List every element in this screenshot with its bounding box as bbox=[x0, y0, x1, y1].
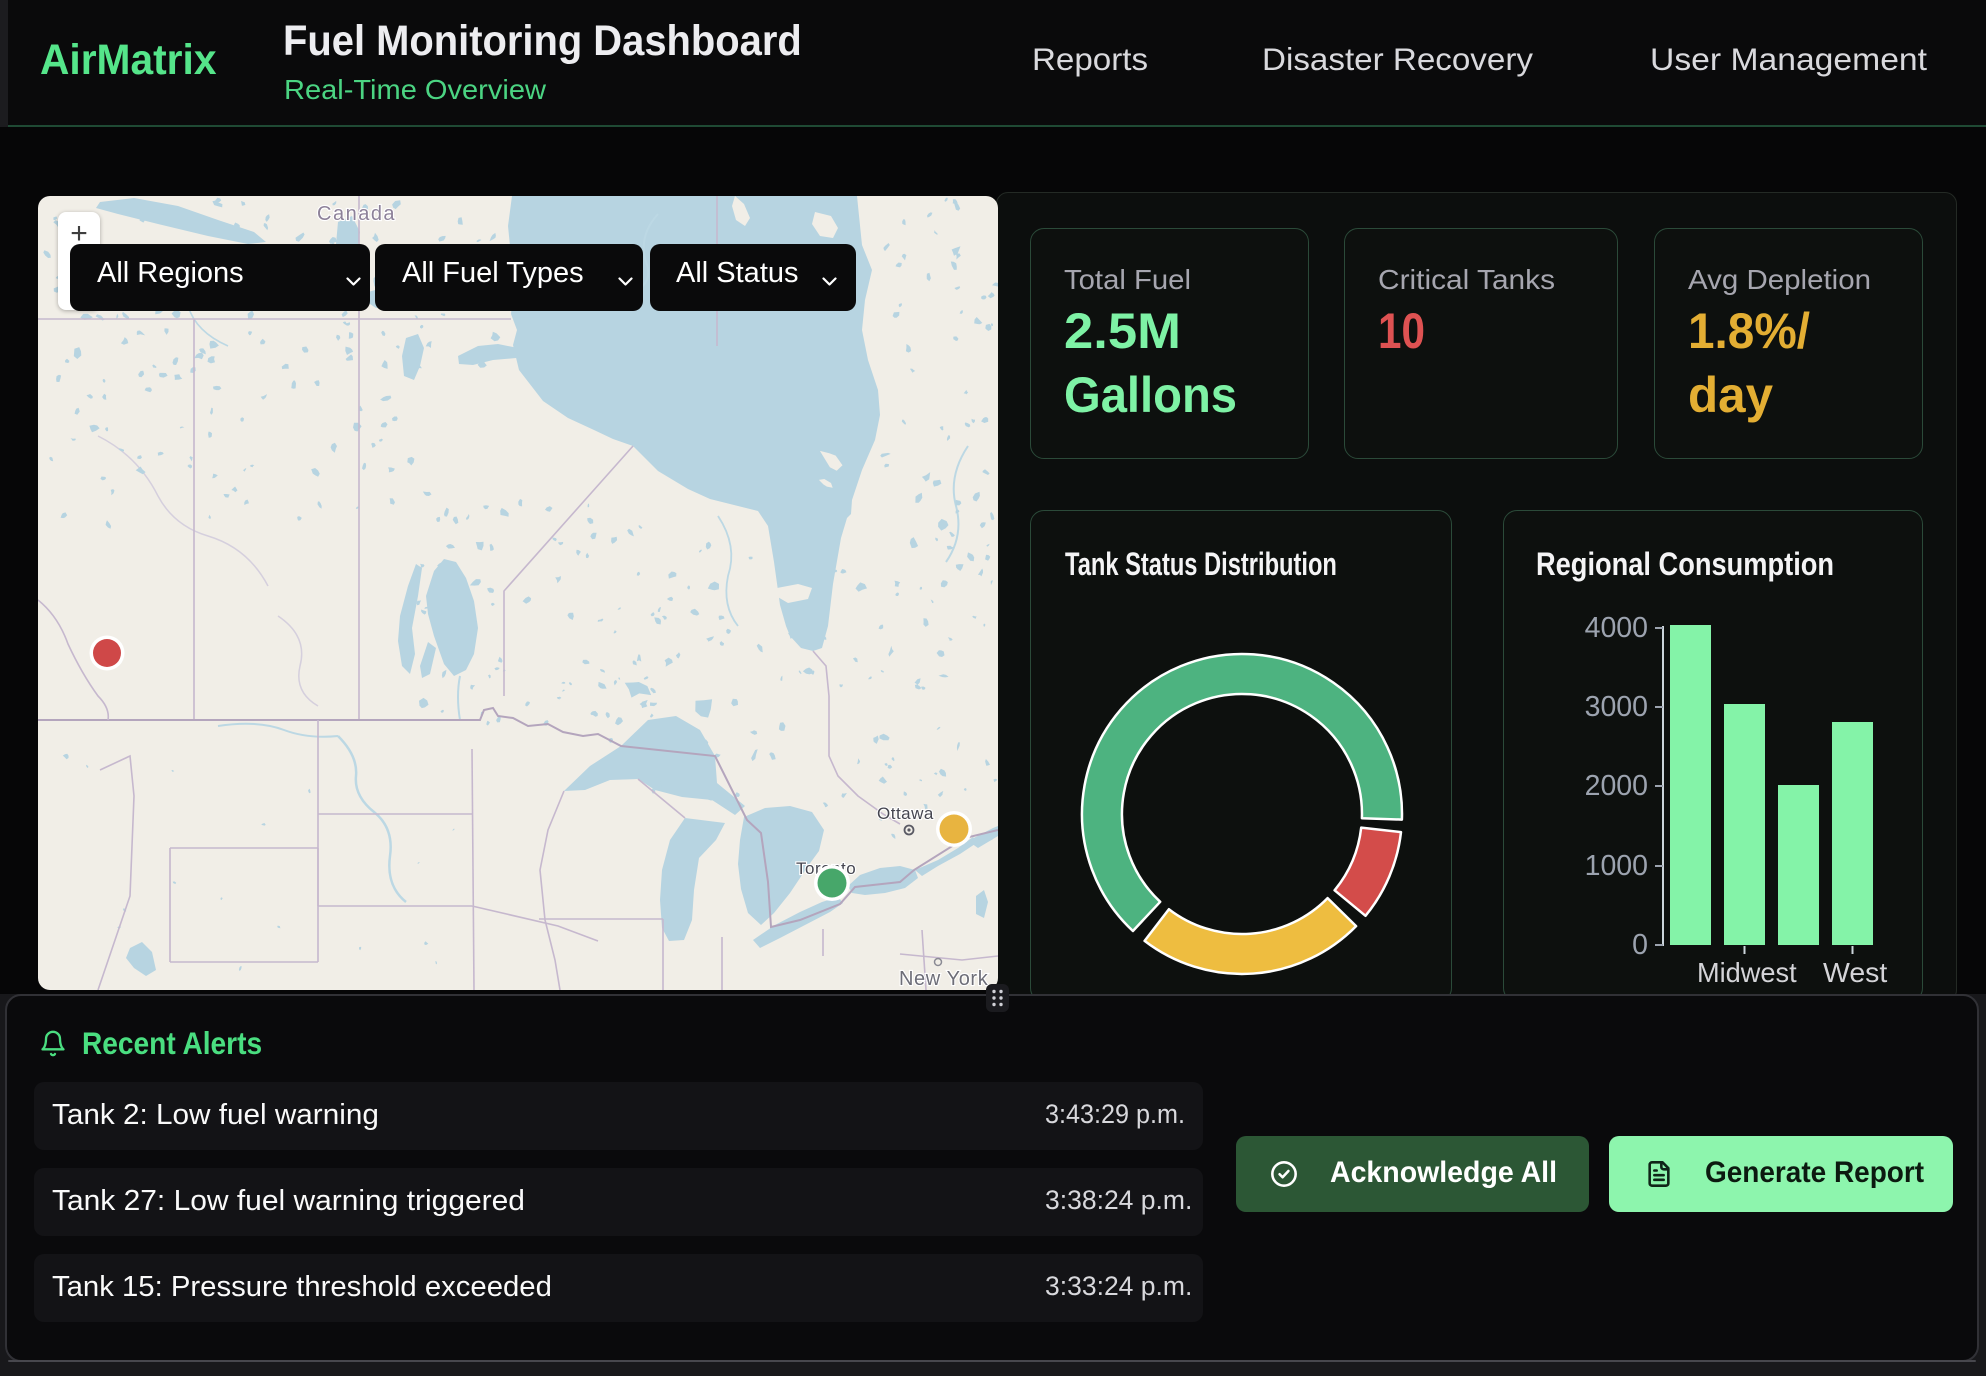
svg-text:4000: 4000 bbox=[1585, 612, 1648, 644]
svg-text:Ottawa: Ottawa bbox=[877, 804, 934, 823]
svg-text:3000: 3000 bbox=[1585, 691, 1648, 723]
svg-text:New York: New York bbox=[899, 968, 989, 990]
svg-text:Canada: Canada bbox=[317, 203, 396, 225]
svg-text:0: 0 bbox=[1632, 929, 1648, 961]
svg-text:1000: 1000 bbox=[1585, 850, 1648, 882]
svg-text:2000: 2000 bbox=[1585, 770, 1648, 802]
